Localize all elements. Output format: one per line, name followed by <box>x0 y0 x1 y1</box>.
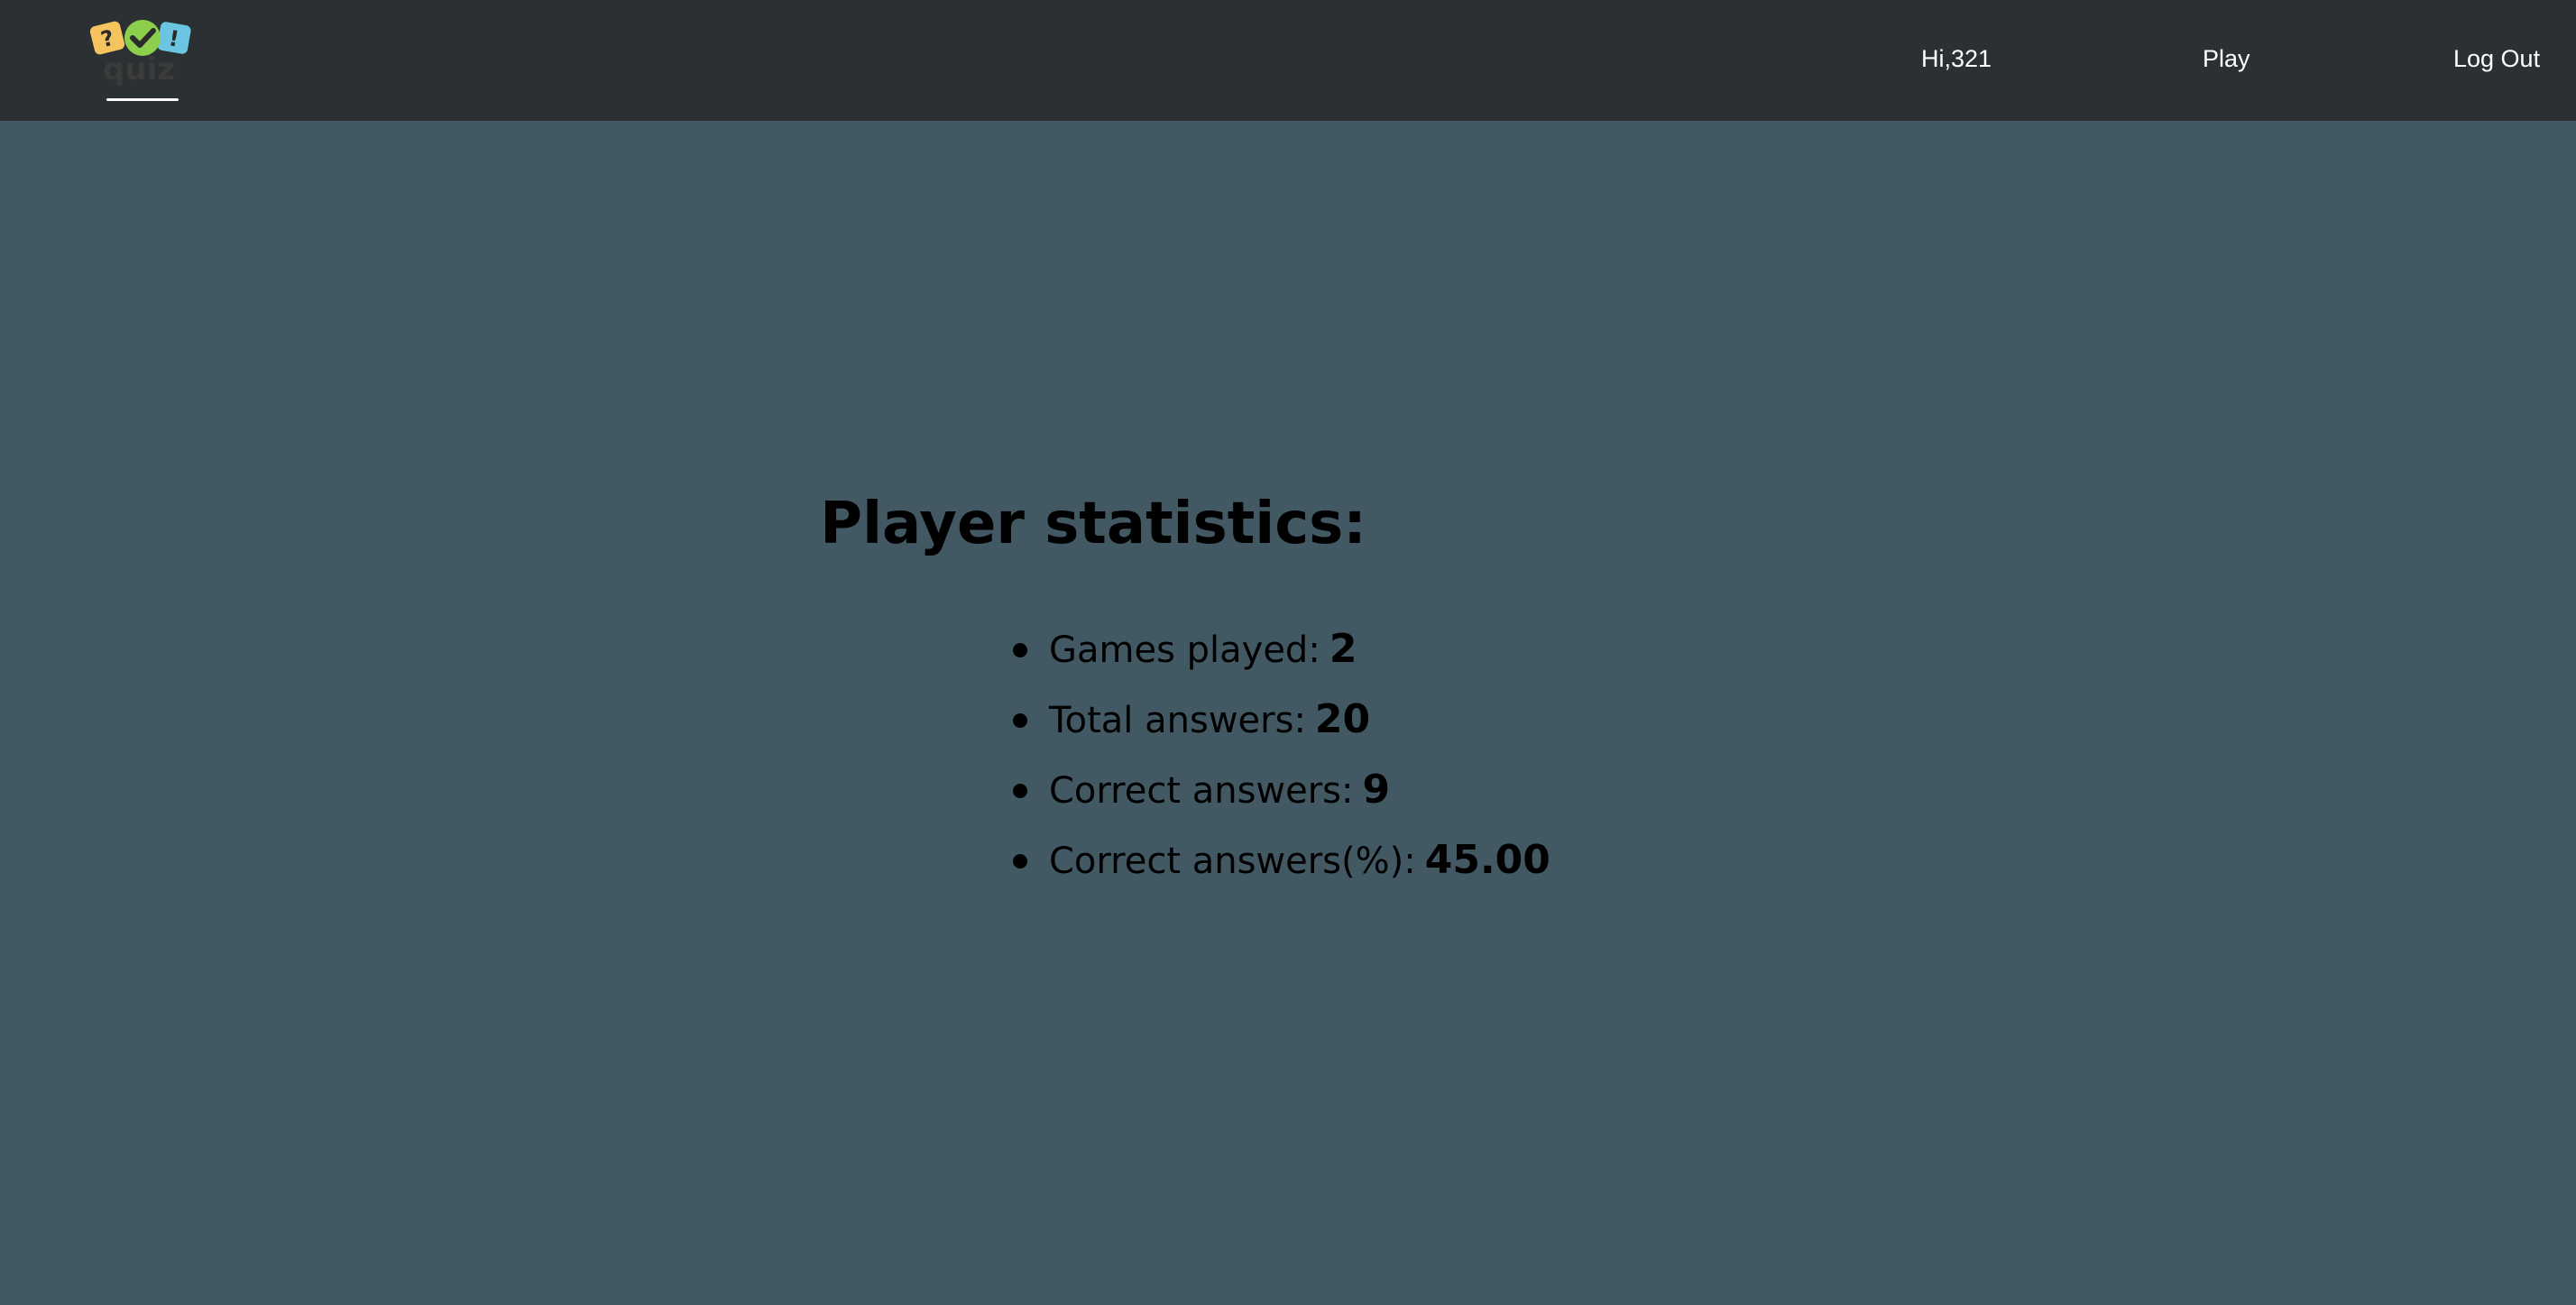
stat-value: 9 <box>1362 767 1391 813</box>
bullet-icon <box>1013 854 1027 868</box>
page-title: Player statistics: <box>820 491 1366 557</box>
stat-label: Total answers: <box>1049 700 1306 741</box>
quiz-logo[interactable]: ? ! quiz <box>88 16 198 105</box>
stat-label: Games played: <box>1049 630 1320 671</box>
user-greeting: Hi,321 <box>1921 45 1992 72</box>
stat-games-played: Games played: 2 <box>1013 614 1550 685</box>
stat-correct-answers: Correct answers: 9 <box>1013 755 1550 825</box>
stat-total-answers: Total answers: 20 <box>1013 685 1550 755</box>
stat-value: 45.00 <box>1424 837 1550 883</box>
player-statistics: Player statistics: Games played: 2 Total … <box>0 482 2576 883</box>
bullet-icon <box>1013 643 1027 657</box>
stat-correct-percent: Correct answers(%): 45.00 <box>1013 825 1550 896</box>
play-link[interactable]: Play <box>2203 42 2250 75</box>
stats-list: Games played: 2 Total answers: 20 Correct … <box>1013 614 1550 896</box>
stat-value: 20 <box>1314 696 1371 742</box>
stat-value: 2 <box>1329 626 1357 672</box>
navbar: ? ! quiz Hi,321 Play Log Out <box>0 0 2576 121</box>
stat-label: Correct answers: <box>1049 770 1354 812</box>
logout-link[interactable]: Log Out <box>2453 42 2540 75</box>
logo-wordmark: quiz <box>103 51 175 87</box>
quiz-logo-icon: ? ! quiz <box>89 20 191 101</box>
bullet-icon <box>1013 784 1027 798</box>
stat-label: Correct answers(%): <box>1049 841 1416 882</box>
bullet-icon <box>1013 713 1027 728</box>
